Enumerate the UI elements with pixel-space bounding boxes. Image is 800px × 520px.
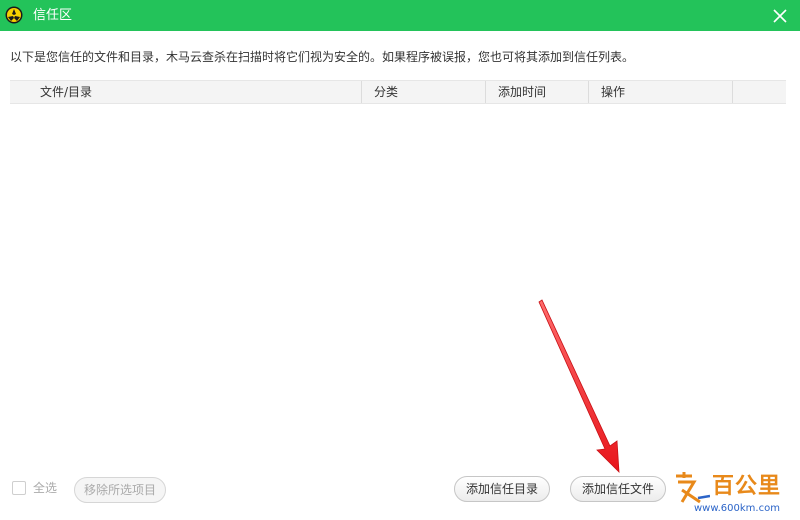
trust-list-table: 文件/目录 分类 添加时间 操作 bbox=[10, 80, 786, 440]
column-header-path[interactable]: 文件/目录 bbox=[10, 81, 362, 103]
watermark-text: 百公里 bbox=[712, 474, 782, 499]
select-all-checkbox[interactable] bbox=[12, 481, 26, 495]
window-title: 信任区 bbox=[33, 8, 73, 23]
app-logo-icon bbox=[5, 6, 23, 24]
table-header: 文件/目录 分类 添加时间 操作 bbox=[10, 80, 786, 104]
add-trusted-file-button[interactable]: 添加信任文件 bbox=[570, 476, 666, 502]
watermark: 百公里 www.600km.com bbox=[670, 468, 798, 518]
select-all-label: 全选 bbox=[33, 481, 58, 495]
column-header-added-time[interactable]: 添加时间 bbox=[486, 81, 589, 103]
table-body bbox=[10, 103, 786, 439]
add-trusted-directory-button[interactable]: 添加信任目录 bbox=[454, 476, 550, 502]
column-header-category[interactable]: 分类 bbox=[362, 81, 486, 103]
description-text: 以下是您信任的文件和目录，木马云查杀在扫描时将它们视为安全的。如果程序被误报，您… bbox=[10, 50, 635, 64]
remove-selected-button[interactable]: 移除所选项目 bbox=[74, 477, 166, 503]
watermark-url: www.600km.com bbox=[694, 503, 780, 514]
column-header-actions[interactable]: 操作 bbox=[589, 81, 733, 103]
watermark-logo-icon bbox=[676, 472, 710, 504]
title-bar: 信任区 bbox=[0, 0, 800, 31]
close-icon[interactable] bbox=[772, 8, 788, 24]
